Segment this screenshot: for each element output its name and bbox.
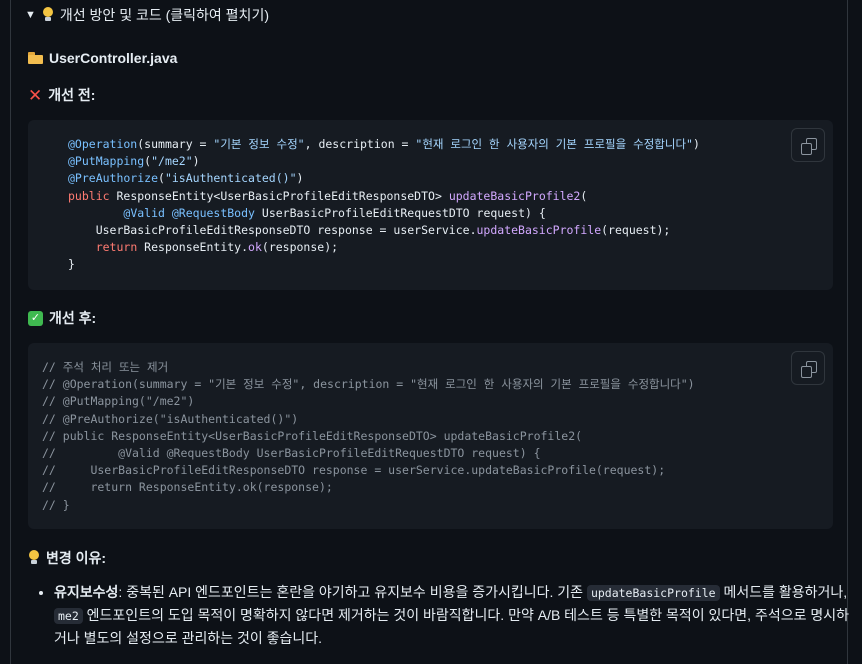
list-item: 유지보수성: 중복된 API 엔드포인트는 혼란을 야기하고 유지보수 비용을 … — [54, 581, 850, 649]
code-line: // UserBasicProfileEditResponseDTO respo… — [42, 463, 666, 478]
inline-code: updateBasicProfile — [586, 585, 720, 601]
code-line: // @Operation(summary = "기본 정보 수정", desc… — [42, 377, 695, 392]
copy-icon — [801, 138, 817, 155]
before-heading-row: ✕ 개선 전: — [28, 85, 95, 105]
file-name: UserController.java — [49, 50, 178, 66]
details-summary[interactable]: ▼ 개선 방안 및 코드 (클릭하여 펼치기) — [25, 6, 269, 24]
code-line: // @PutMapping("/me2") — [42, 394, 195, 409]
copy-button[interactable] — [791, 351, 825, 385]
after-heading-row: ✓ 개선 후: — [28, 308, 96, 328]
summary-label: 개선 방안 및 코드 (클릭하여 펼치기) — [59, 7, 269, 23]
code-line: // @PreAuthorize("isAuthenticated()") — [42, 411, 299, 426]
lightbulb-icon — [42, 7, 54, 23]
reason-text: 메서드를 활용하거나, — [719, 584, 848, 600]
reason-text: 중복된 API 엔드포인트는 혼란을 야기하고 유지보수 비용을 증가시킵니다.… — [126, 584, 587, 600]
code-line: @Operation(summary = "기본 정보 수정", descrip… — [68, 137, 700, 151]
code-line: // 주석 처리 또는 제거 — [42, 360, 169, 374]
reason-label: 유지보수성 — [54, 584, 119, 600]
after-code: // 주석 처리 또는 제거 // @Operation(summary = "기… — [42, 359, 695, 514]
code-line: @PreAuthorize("isAuthenticated()") — [68, 171, 304, 186]
reason-heading-row: 변경 이유: — [28, 548, 106, 568]
code-line: @Valid @RequestBody UserBasicProfileEdit… — [123, 205, 546, 220]
reason-list: 유지보수성: 중복된 API 엔드포인트는 혼란을 야기하고 유지보수 비용을 … — [34, 581, 850, 649]
triangle-down-icon: ▼ — [25, 9, 36, 21]
details-panel — [10, 0, 848, 664]
reason-heading: 변경 이유: — [46, 550, 107, 566]
lightbulb-icon — [28, 550, 40, 566]
code-line: return ResponseEntity.ok(response); — [95, 240, 339, 255]
code-line: // } — [42, 497, 70, 512]
check-mark-icon: ✓ — [28, 310, 43, 326]
code-line: UserBasicProfileEditResponseDTO response… — [68, 222, 671, 237]
reason-text: 엔드포인트의 도입 목적이 명확하지 않다면 제거하는 것이 바람직합니다. 만… — [54, 607, 850, 646]
inline-code: me2 — [54, 608, 83, 624]
code-line: // @Valid @RequestBody UserBasicProfileE… — [42, 445, 541, 460]
cross-mark-icon: ✕ — [28, 85, 43, 105]
code-line: public ResponseEntity<UserBasicProfileEd… — [68, 188, 588, 203]
copy-icon — [801, 361, 817, 378]
file-name-row: UserController.java — [28, 50, 177, 66]
before-heading: 개선 전: — [48, 87, 96, 103]
before-code-block: @Operation(summary = "기본 정보 수정", descrip… — [28, 120, 833, 290]
after-code-block: // 주석 처리 또는 제거 // @Operation(summary = "기… — [28, 343, 833, 529]
before-code: @Operation(summary = "기본 정보 수정", descrip… — [68, 136, 700, 274]
copy-button[interactable] — [791, 128, 825, 162]
after-heading: 개선 후: — [49, 310, 97, 326]
code-line: } — [68, 257, 75, 272]
code-line: // public ResponseEntity<UserBasicProfil… — [42, 428, 583, 443]
code-line: @PutMapping("/me2") — [68, 154, 200, 169]
folder-icon — [28, 52, 43, 64]
code-line: // return ResponseEntity.ok(response); — [42, 480, 333, 495]
